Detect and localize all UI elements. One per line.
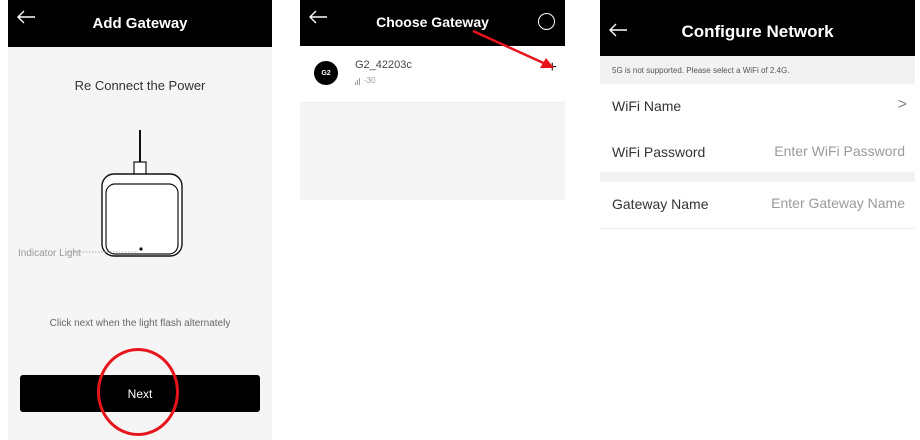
next-button[interactable]: Next: [20, 375, 260, 412]
wifi-name-label: WiFi Name: [612, 98, 682, 114]
page-title: Add Gateway: [92, 15, 188, 32]
signal-strength: -30: [355, 76, 376, 85]
wifi-notice: 5G is not supported. Please select a WiF…: [600, 56, 915, 84]
hint-text: Click next when the light flash alternat…: [49, 318, 231, 329]
gateway-badge-icon: G2: [314, 61, 338, 85]
wifi-password-input[interactable]: [723, 142, 907, 160]
header-bar: Add Gateway: [8, 0, 272, 47]
wifi-password-label: WiFi Password: [612, 144, 706, 160]
wifi-password-row: WiFi Password: [600, 130, 915, 177]
wifi-name-row[interactable]: WiFi Name >: [600, 84, 915, 131]
add-icon[interactable]: +: [548, 59, 557, 77]
indicator-light-label: Indicator Light: [18, 248, 81, 259]
instruction-text: Re Connect the Power: [74, 78, 206, 93]
page-title: Choose Gateway: [376, 14, 489, 30]
signal-icon: [355, 77, 360, 85]
refresh-icon[interactable]: [538, 13, 555, 30]
header-bar: Choose Gateway: [300, 0, 565, 46]
choose-gateway-screen: Choose Gateway G2 G2_42203c -30 +: [300, 0, 565, 200]
add-gateway-screen: Add Gateway Re Connect the Power Indicat…: [8, 0, 272, 440]
configure-network-screen: Configure Network 5G is not supported. P…: [600, 0, 915, 440]
gateway-device-illustration: [68, 130, 183, 257]
gateway-name: G2_42203c: [355, 59, 412, 71]
gateway-list-item[interactable]: G2 G2_42203c -30 +: [300, 46, 565, 103]
gateway-name-row: Gateway Name: [600, 182, 915, 229]
gateway-name-label: Gateway Name: [612, 196, 709, 212]
signal-value: -30: [364, 76, 376, 85]
gateway-name-input[interactable]: [723, 194, 907, 212]
page-title: Configure Network: [681, 22, 834, 41]
header-bar: Configure Network: [600, 0, 915, 56]
section-divider: [600, 172, 915, 182]
chevron-right-icon: >: [897, 96, 907, 113]
